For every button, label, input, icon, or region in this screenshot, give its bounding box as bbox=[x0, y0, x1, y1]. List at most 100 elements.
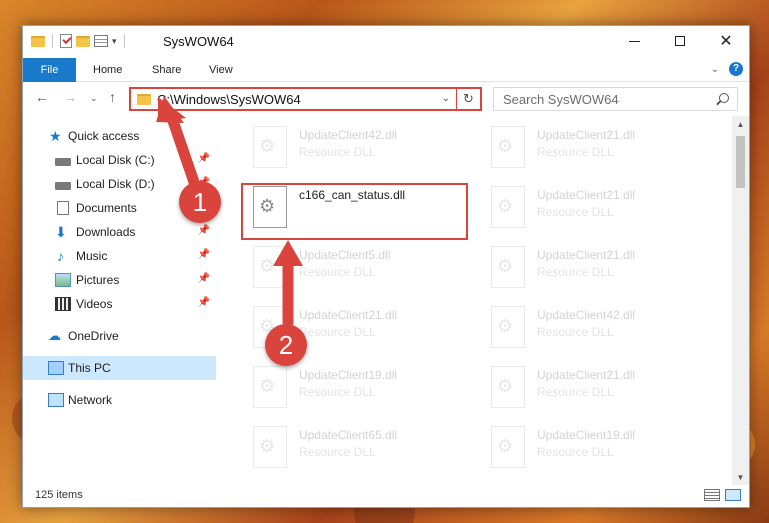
file-item[interactable]: ⚙ UpdateClient21.dll Resource DLL bbox=[481, 358, 701, 414]
new-folder-icon[interactable] bbox=[76, 35, 90, 47]
status-bar: 125 items bbox=[23, 485, 749, 507]
file-name: UpdateClient21.dll bbox=[537, 248, 636, 262]
highlight-annotation-box bbox=[241, 183, 468, 240]
address-dropdown-icon[interactable]: ⌄ bbox=[442, 93, 450, 104]
recent-locations-chevron-icon[interactable]: ⌄ bbox=[90, 93, 98, 104]
pictures-icon bbox=[55, 273, 71, 287]
sidebar-item-label: Videos bbox=[76, 297, 113, 311]
pin-icon[interactable]: 📌 bbox=[198, 273, 210, 284]
large-icons-view-icon[interactable] bbox=[725, 489, 741, 501]
up-arrow-icon[interactable]: ↑ bbox=[109, 89, 116, 105]
address-path[interactable]: C:\Windows\SysWOW64 bbox=[157, 92, 301, 107]
sidebar-item-label: Pictures bbox=[76, 273, 120, 287]
properties-icon[interactable] bbox=[94, 35, 108, 47]
pin-icon[interactable]: 📌 bbox=[198, 225, 210, 236]
quick-access-toolbar: ▾ bbox=[31, 34, 128, 48]
close-button[interactable]: ✕ bbox=[703, 26, 749, 56]
file-item[interactable]: ⚙ UpdateClient42.dll Resource DLL bbox=[243, 118, 463, 174]
search-input[interactable]: Search SysWOW64 bbox=[493, 87, 738, 111]
file-description: Resource DLL bbox=[299, 385, 376, 399]
sidebar-item-quick-access[interactable]: ★ Quick access bbox=[23, 124, 216, 148]
dll-file-icon: ⚙ bbox=[253, 366, 287, 408]
maximize-icon bbox=[675, 36, 685, 46]
minimize-button[interactable] bbox=[611, 26, 657, 56]
chevron-down-icon[interactable]: ▾ bbox=[112, 36, 117, 47]
this-pc-icon bbox=[48, 361, 64, 375]
address-bar[interactable]: C:\Windows\SysWOW64 ⌄ ↻ bbox=[129, 87, 482, 111]
scroll-down-icon[interactable]: ▼ bbox=[732, 469, 749, 486]
tab-home[interactable]: Home bbox=[81, 58, 134, 82]
file-item[interactable]: ⚙ UpdateClient42.dll Resource DLL bbox=[481, 298, 701, 354]
sidebar-item-label: Quick access bbox=[68, 129, 140, 143]
file-item[interactable]: ⚙ UpdateClient21.dll Resource DLL bbox=[481, 238, 701, 294]
dll-file-icon: ⚙ bbox=[491, 126, 525, 168]
maximize-button[interactable] bbox=[657, 26, 703, 56]
dll-file-icon: ⚙ bbox=[491, 186, 525, 228]
sidebar-item-downloads[interactable]: ⬇ Downloads 📌 bbox=[23, 220, 216, 244]
vertical-scrollbar[interactable]: ▲ ▼ bbox=[732, 116, 749, 486]
file-item[interactable]: ⚙ UpdateClient65.dll Resource DLL bbox=[243, 418, 463, 474]
help-icon[interactable]: ? bbox=[729, 62, 743, 76]
title-bar: ▾ SysWOW64 ✕ bbox=[23, 26, 749, 58]
disk-icon bbox=[55, 157, 71, 166]
sidebar-item-network[interactable]: Network bbox=[23, 388, 216, 412]
pin-icon[interactable]: 📌 bbox=[198, 297, 210, 308]
sidebar-item-onedrive[interactable]: ☁ OneDrive bbox=[23, 324, 216, 348]
file-name: UpdateClient19.dll bbox=[299, 368, 398, 382]
file-description: Resource DLL bbox=[537, 265, 614, 279]
search-icon[interactable] bbox=[719, 93, 729, 103]
disk-icon bbox=[55, 181, 71, 190]
dll-file-icon: ⚙ bbox=[491, 306, 525, 348]
tab-share[interactable]: Share bbox=[140, 58, 193, 82]
sidebar-item-this-pc[interactable]: This PC bbox=[23, 356, 216, 380]
file-name: UpdateClient21.dll bbox=[537, 128, 636, 142]
navigation-pane: ★ Quick access Local Disk (C:) 📌 Local D… bbox=[23, 116, 216, 486]
sidebar-item-label: Downloads bbox=[76, 225, 136, 239]
file-description: Resource DLL bbox=[537, 145, 614, 159]
documents-icon bbox=[57, 201, 69, 215]
search-placeholder: Search SysWOW64 bbox=[503, 92, 619, 107]
sidebar-item-local-disk-c[interactable]: Local Disk (C:) 📌 bbox=[23, 148, 216, 172]
sidebar-item-label: Network bbox=[68, 393, 113, 407]
file-item[interactable]: ⚙ UpdateClient19.dll Resource DLL bbox=[243, 358, 463, 414]
gear-icon: ⚙ bbox=[259, 376, 276, 396]
properties-check-icon[interactable] bbox=[60, 34, 72, 48]
scroll-up-icon[interactable]: ▲ bbox=[732, 116, 749, 133]
file-description: Resource DLL bbox=[537, 445, 614, 459]
file-description: Resource DLL bbox=[537, 205, 614, 219]
ribbon-tabs: File Home Share View ⌄ ? bbox=[23, 58, 749, 82]
view-toggle bbox=[704, 489, 741, 501]
file-item[interactable]: ⚙ UpdateClient21.dll Resource DLL bbox=[481, 118, 701, 174]
file-name: UpdateClient42.dll bbox=[299, 128, 398, 142]
videos-icon bbox=[55, 297, 71, 311]
sidebar-item-label: OneDrive bbox=[68, 329, 119, 343]
dll-file-icon: ⚙ bbox=[491, 426, 525, 468]
sidebar-item-music[interactable]: ♪ Music 📌 bbox=[23, 244, 216, 268]
pin-icon[interactable]: 📌 bbox=[198, 249, 210, 260]
sidebar-item-videos[interactable]: Videos 📌 bbox=[23, 292, 216, 316]
file-name: UpdateClient19.dll bbox=[537, 428, 636, 442]
tab-file[interactable]: File bbox=[23, 58, 76, 82]
file-description: Resource DLL bbox=[537, 385, 614, 399]
gear-icon: ⚙ bbox=[259, 256, 276, 276]
scrollbar-thumb[interactable] bbox=[736, 136, 745, 188]
refresh-icon[interactable]: ↻ bbox=[456, 87, 480, 111]
star-icon: ★ bbox=[49, 128, 62, 144]
file-item[interactable]: ⚙ UpdateClient5.dll Resource DLL bbox=[243, 238, 463, 294]
forward-arrow-icon[interactable]: → bbox=[63, 89, 77, 105]
back-arrow-icon[interactable]: ← bbox=[35, 89, 49, 105]
dll-file-icon: ⚙ bbox=[253, 426, 287, 468]
folder-icon bbox=[137, 94, 151, 105]
file-name: UpdateClient65.dll bbox=[299, 428, 398, 442]
sidebar-item-label: Local Disk (D:) bbox=[76, 177, 155, 191]
file-item[interactable]: ⚙ UpdateClient19.dll Resource DLL bbox=[481, 418, 701, 474]
sidebar-item-pictures[interactable]: Pictures 📌 bbox=[23, 268, 216, 292]
file-description: Resource DLL bbox=[299, 265, 376, 279]
expand-ribbon-icon[interactable]: ⌄ bbox=[711, 64, 719, 75]
minimize-icon bbox=[628, 40, 640, 42]
file-name: UpdateClient42.dll bbox=[537, 308, 636, 322]
tab-view[interactable]: View bbox=[197, 58, 245, 82]
file-item[interactable]: ⚙ UpdateClient21.dll Resource DLL bbox=[481, 178, 701, 234]
details-view-icon[interactable] bbox=[704, 489, 720, 501]
pin-icon[interactable]: 📌 bbox=[198, 153, 210, 164]
